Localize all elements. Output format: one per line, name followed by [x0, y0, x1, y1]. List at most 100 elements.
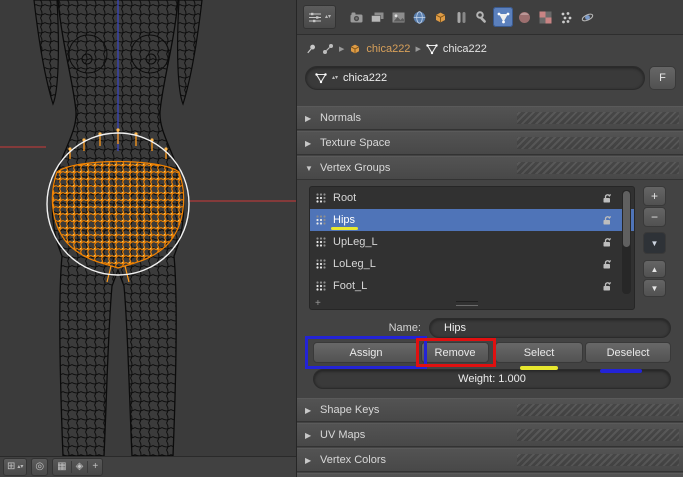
unlock-icon[interactable]: [601, 192, 613, 204]
panel-geometry[interactable]: ▶ Geometry: [297, 473, 683, 477]
datablock-name-value: chica222: [343, 72, 388, 84]
datablock-name-field[interactable]: ▴▾ chica222: [305, 66, 645, 90]
group-name-input[interactable]: Hips: [429, 318, 671, 338]
deselect-button[interactable]: Deselect: [585, 342, 671, 363]
list-item[interactable]: UpLeg_L: [310, 231, 634, 253]
chevron-updown-icon: ▴▾: [325, 13, 332, 20]
panel-uv-maps-label: UV Maps: [320, 429, 366, 441]
chevron-updown-icon: ▴▾: [17, 463, 24, 470]
vertex-group-icon: [315, 258, 327, 270]
panel-normals[interactable]: ▶ Normals: [297, 106, 683, 130]
fake-user-button[interactable]: F: [649, 66, 676, 90]
panel-shape-keys[interactable]: ▶ Shape Keys: [297, 398, 683, 422]
unlock-icon[interactable]: [601, 280, 613, 292]
unlock-icon[interactable]: [601, 236, 613, 248]
tab-material-icon[interactable]: [514, 7, 534, 27]
vertex-group-name: LoLeg_L: [333, 258, 376, 270]
tab-texture-icon[interactable]: [535, 7, 555, 27]
tab-world-icon[interactable]: [409, 7, 429, 27]
collapse-arrow-icon: ▶: [305, 405, 312, 415]
vertex-group-name: Hips: [333, 214, 356, 226]
vertex-group-name: UpLeg_L: [333, 236, 378, 248]
collapse-arrow-icon: ▶: [305, 113, 312, 123]
panel-shape-keys-label: Shape Keys: [320, 404, 380, 416]
panel-vertex-colors-label: Vertex Colors: [320, 454, 387, 466]
move-group-up-button[interactable]: ▲: [643, 260, 666, 278]
list-footer: +: [310, 298, 634, 309]
manipulator-icon[interactable]: +: [88, 461, 102, 473]
mode-selector[interactable]: ◎: [31, 458, 49, 476]
tab-scene-icon[interactable]: [388, 7, 408, 27]
breadcrumb-data-name[interactable]: chica222: [443, 43, 487, 55]
id-block-row: ▴▾ chica222 F: [305, 66, 676, 90]
panel-drag-stripes: [516, 429, 679, 441]
remove-vertex-group-button[interactable]: −: [643, 207, 666, 227]
group-name-value: Hips: [444, 322, 467, 334]
list-item[interactable]: LoLeg_L: [310, 253, 634, 275]
list-scrollbar[interactable]: [622, 190, 631, 294]
move-group-down-button[interactable]: ▼: [643, 279, 666, 297]
vertex-group-icon: [315, 236, 327, 248]
panel-drag-stripes: [516, 404, 679, 416]
vertex-group-icon: [315, 192, 327, 204]
unlock-icon[interactable]: [601, 258, 613, 270]
object-mode-icon: ◎: [35, 461, 45, 472]
blender-window: ⊞ ▴▾ ◎ ▦ ◈ + ▴▾ ▶ chica222 ▶ chica222 ▴▾…: [0, 0, 683, 477]
editor-type-button[interactable]: ⊞ ▴▾: [3, 458, 28, 476]
vertex-group-icon: [315, 214, 327, 226]
editor-type-button[interactable]: ▴▾: [303, 5, 337, 29]
viewport-toggle-group: ▦ ◈ +: [52, 458, 104, 476]
tab-object-icon[interactable]: [430, 7, 450, 27]
panel-vertex-colors[interactable]: ▶ Vertex Colors: [297, 448, 683, 472]
list-item-selected[interactable]: Hips: [310, 209, 634, 231]
vertex-group-specials-button[interactable]: ▼: [643, 232, 666, 254]
weight-value: Weight: 1.000: [458, 373, 526, 385]
3d-viewport[interactable]: ⊞ ▴▾ ◎ ▦ ◈ +: [0, 0, 296, 477]
pivot-icon[interactable]: ◈: [72, 461, 89, 473]
tab-render-icon[interactable]: [346, 7, 366, 27]
chevron-updown-icon: ▴▾: [332, 74, 339, 81]
object-cube-icon: [349, 43, 361, 55]
node-icon[interactable]: [322, 43, 334, 55]
tab-constraints-icon[interactable]: [451, 7, 471, 27]
assign-button[interactable]: Assign: [313, 342, 419, 363]
breadcrumb: ▶ chica222 ▶ chica222: [305, 38, 487, 60]
breadcrumb-object-name[interactable]: chica222: [366, 43, 410, 55]
shading-icon[interactable]: ▦: [53, 461, 72, 473]
3d-view-icon: ⊞: [7, 461, 16, 472]
weight-slider[interactable]: Weight: 1.000: [313, 369, 671, 389]
list-expand-icon[interactable]: +: [315, 298, 321, 309]
mesh-wireframe: [0, 0, 296, 456]
list-item[interactable]: Foot_L: [310, 275, 634, 297]
remove-button[interactable]: Remove: [421, 342, 489, 363]
list-item[interactable]: Root: [310, 187, 634, 209]
select-button[interactable]: Select: [495, 342, 583, 363]
tab-object-data-icon[interactable]: [493, 7, 514, 27]
scrollbar-thumb[interactable]: [623, 191, 630, 247]
panel-drag-stripes: [516, 112, 679, 124]
properties-editor-icon: [309, 12, 321, 23]
vertex-group-list: Root Hips UpLeg_L LoLeg_L Foot_L +: [309, 186, 635, 310]
panel-texture-space-label: Texture Space: [320, 137, 391, 149]
mesh-data-icon: [426, 43, 438, 55]
panel-texture-space[interactable]: ▶ Texture Space: [297, 131, 683, 155]
tab-particles-icon[interactable]: [556, 7, 576, 27]
vertex-group-name: Foot_L: [333, 280, 368, 292]
tab-physics-icon[interactable]: [577, 7, 597, 27]
add-vertex-group-button[interactable]: +: [643, 186, 666, 206]
group-name-row: Name: Hips: [309, 318, 671, 338]
collapse-arrow-icon: ▼: [305, 163, 313, 173]
unlock-icon[interactable]: [601, 214, 613, 226]
vertex-group-icon: [315, 280, 327, 292]
breadcrumb-separator-icon: ▶: [339, 46, 345, 53]
pin-icon[interactable]: [305, 43, 317, 55]
panel-vertex-groups-label: Vertex Groups: [320, 162, 391, 174]
viewport-header: ⊞ ▴▾ ◎ ▦ ◈ +: [0, 456, 296, 477]
tab-modifiers-icon[interactable]: [472, 7, 492, 27]
breadcrumb-separator-icon: ▶: [415, 46, 421, 53]
panel-vertex-groups[interactable]: ▼ Vertex Groups: [297, 156, 683, 180]
panel-uv-maps[interactable]: ▶ UV Maps: [297, 423, 683, 447]
tab-render-layers-icon[interactable]: [367, 7, 387, 27]
vertex-group-name: Root: [333, 192, 357, 204]
list-resize-grip[interactable]: [456, 301, 479, 306]
